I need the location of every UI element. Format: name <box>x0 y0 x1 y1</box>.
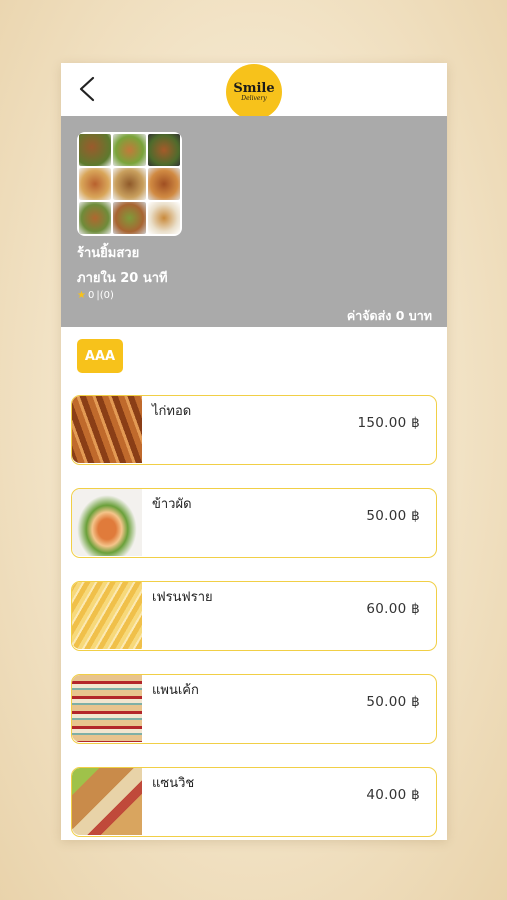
shop-banner: ร้านยิ้มสวย ภายใน 20 นาที ★ 0 |(0) ค่าจั… <box>61 116 447 327</box>
menu-item-name: แพนเค้ก <box>152 683 199 698</box>
top-bar: Smile Delivery <box>61 63 447 120</box>
food-photo <box>113 202 146 234</box>
pancake-photo <box>72 675 142 742</box>
menu-item[interactable]: ไก่ทอด 150.00 ฿ <box>71 395 437 465</box>
delivery-time: ภายใน 20 นาที <box>77 271 168 286</box>
fried-chicken-photo <box>72 396 142 463</box>
logo-sub-text: Delivery <box>241 95 267 102</box>
logo-main-text: Smile <box>233 81 275 96</box>
food-photo <box>79 134 112 166</box>
menu-item-name: ข้าวผัด <box>152 497 192 512</box>
french-fries-photo <box>72 582 142 649</box>
food-photo <box>113 134 146 166</box>
menu-item-price: 60.00 ฿ <box>366 601 420 617</box>
rating-value: 0 <box>87 290 95 301</box>
food-photo <box>79 202 112 234</box>
food-photo <box>113 168 146 200</box>
menu-item-name: เฟรนฟราย <box>152 590 213 605</box>
menu-item-price: 40.00 ฿ <box>366 787 420 803</box>
app-screen: Smile Delivery ร้านยิ้มสวย ภายใน 20 นาที… <box>61 63 447 840</box>
food-photo <box>79 168 112 200</box>
food-photo <box>147 134 180 166</box>
menu-item-name: แซนวิช <box>152 776 195 791</box>
menu-item[interactable]: แพนเค้ก 50.00 ฿ <box>71 674 437 744</box>
rating-count: |(0) <box>96 290 114 301</box>
back-button[interactable] <box>75 74 101 104</box>
category-tab[interactable]: AAA <box>77 339 123 373</box>
shop-name: ร้านยิ้มสวย <box>77 246 140 261</box>
delivery-fee: ค่าจัดส่ง 0 บาท <box>346 308 432 323</box>
star-icon: ★ <box>77 290 86 301</box>
menu-item[interactable]: แซนวิช 40.00 ฿ <box>71 767 437 837</box>
menu-item-price: 50.00 ฿ <box>366 694 420 710</box>
food-photo <box>147 168 180 200</box>
shop-image <box>77 132 182 236</box>
chevron-left-icon <box>79 76 95 102</box>
fried-rice-photo <box>72 489 142 556</box>
menu-item[interactable]: ข้าวผัด 50.00 ฿ <box>71 488 437 558</box>
food-photo <box>147 202 180 234</box>
shop-rating: ★ 0 |(0) <box>77 290 114 301</box>
menu-item[interactable]: เฟรนฟราย 60.00 ฿ <box>71 581 437 651</box>
sandwich-photo <box>72 768 142 835</box>
menu-item-price: 50.00 ฿ <box>366 508 420 524</box>
smile-delivery-logo: Smile Delivery <box>226 64 282 120</box>
menu-item-price: 150.00 ฿ <box>357 415 420 431</box>
menu-item-name: ไก่ทอด <box>152 404 192 419</box>
